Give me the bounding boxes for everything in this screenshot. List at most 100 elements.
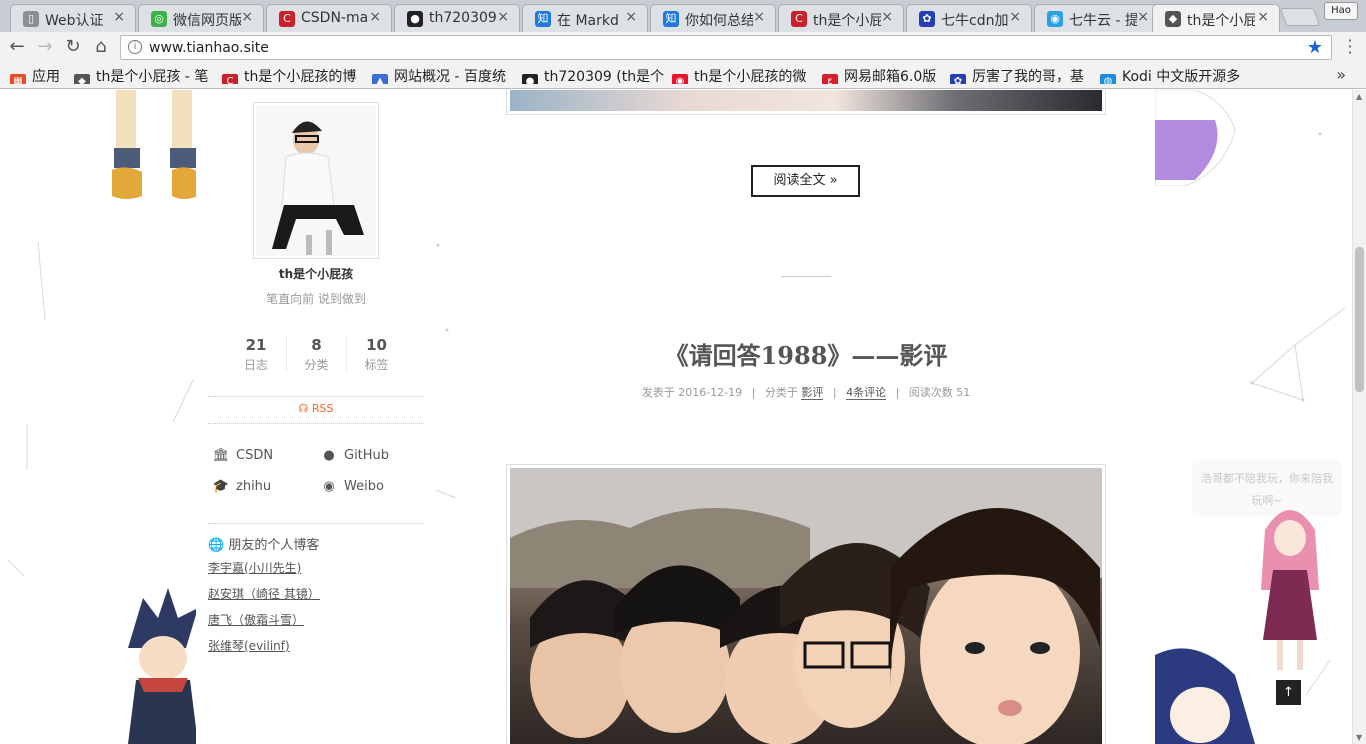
bookmark-favicon-icon: ◍ bbox=[1100, 74, 1116, 84]
meta-separator: | bbox=[895, 386, 900, 399]
forward-button[interactable]: → bbox=[34, 36, 56, 58]
scrollbar-thumb[interactable] bbox=[1355, 247, 1364, 392]
friend-link[interactable]: 唐飞（傲霜斗雪） bbox=[208, 611, 424, 628]
tab-favicon-icon: C bbox=[279, 11, 295, 27]
stat-tags[interactable]: 10 标签 bbox=[346, 336, 406, 373]
tab-close-icon[interactable]: × bbox=[1257, 9, 1269, 25]
category-prefix: 分类于 bbox=[764, 386, 798, 399]
browser-tab[interactable]: Cth是个小屁 × bbox=[778, 4, 904, 32]
tab-title: th是个小屁 bbox=[1187, 13, 1255, 29]
anime-character-illustration bbox=[112, 90, 198, 199]
scroll-down-arrow-icon[interactable]: ▼ bbox=[1356, 733, 1362, 742]
anime-character-illustration bbox=[1155, 648, 1255, 744]
tab-close-icon[interactable]: × bbox=[625, 9, 637, 25]
browser-tab[interactable]: ✿ 七牛cdn加 × bbox=[906, 4, 1032, 32]
tab-close-icon[interactable]: × bbox=[369, 9, 381, 25]
stat-label: 标签 bbox=[364, 358, 389, 372]
back-to-top-button[interactable]: ↑ bbox=[1276, 680, 1301, 705]
bookmark-label: 厉害了我的哥，基 bbox=[972, 69, 1084, 84]
social-link-csdn[interactable]: 🏛 CSDN bbox=[212, 448, 273, 463]
friend-link[interactable]: 李宇嘉(小川先生) bbox=[208, 559, 424, 576]
tab-close-icon[interactable]: × bbox=[753, 9, 765, 25]
bookmarks-overflow-button[interactable]: » bbox=[1336, 65, 1346, 84]
apps-shortcut[interactable]: ▦ 应用 bbox=[10, 66, 66, 84]
friend-links-title: 🌐 朋友的个人博客 bbox=[208, 534, 424, 553]
bookmark-item[interactable]: ε 网易邮箱6.0版 bbox=[822, 66, 940, 84]
browser-tab[interactable]: ◉ 七牛云 - 提 × bbox=[1034, 4, 1160, 32]
social-label: zhihu bbox=[236, 479, 272, 494]
tab-close-icon[interactable]: × bbox=[497, 9, 509, 25]
meta-separator: | bbox=[832, 386, 837, 399]
bookmarks-bar: » ▦ 应用 ◆ th是个小屁孩 - 笔 Cth是个小屁孩的博 ▲ 网站概况 - 百度统 ● t… bbox=[0, 62, 1366, 89]
tab-favicon-icon: C bbox=[791, 11, 807, 27]
bookmark-item[interactable]: ✿ 厉害了我的哥，基 bbox=[950, 66, 1092, 84]
page-scrollbar[interactable]: ▲ ▼ bbox=[1352, 90, 1366, 744]
browser-toolbar: ← → ↻ ⌂ i www.tianhao.site ★ · · · bbox=[0, 32, 1366, 62]
social-link-weibo[interactable]: ◉ Weibo bbox=[320, 479, 384, 494]
tab-title: 七牛cdn加 bbox=[941, 13, 1009, 29]
post-comments-link[interactable]: 4条评论 bbox=[846, 386, 887, 400]
tab-close-icon[interactable]: × bbox=[241, 9, 253, 25]
profile-button[interactable]: Hao bbox=[1324, 2, 1358, 20]
bookmark-star-icon[interactable]: ★ bbox=[1307, 37, 1323, 58]
tab-title: Web认证 bbox=[45, 13, 104, 29]
tab-strip: ▯ Web认证 × ◎ 微信网页版 × C CSDN-ma × ● th720309 × 知在 Mark… bbox=[0, 0, 1366, 32]
tab-title: 七牛云 - 提 bbox=[1069, 13, 1137, 29]
mascot-character[interactable] bbox=[1255, 500, 1325, 680]
browser-tab[interactable]: 知你如何总结 × bbox=[650, 4, 776, 32]
rss-icon: ☊ bbox=[298, 402, 309, 415]
weibo-icon: ◉ bbox=[323, 479, 335, 494]
post-meta: 发表于 2016-12-19 | 分类于 影评 | 4条评论 | 阅读次数 51 bbox=[506, 384, 1106, 400]
address-bar[interactable]: i www.tianhao.site ★ bbox=[120, 35, 1332, 60]
posted-prefix: 发表于 bbox=[641, 386, 675, 399]
bookmark-item[interactable]: ● th720309 (th是个 bbox=[522, 66, 664, 84]
friend-link[interactable]: 张维琴(evilinf) bbox=[208, 637, 424, 654]
tab-close-icon[interactable]: × bbox=[881, 9, 893, 25]
browser-tab[interactable]: 知在 Markd × bbox=[522, 4, 648, 32]
bookmark-item[interactable]: ◆ th是个小屁孩 - 笔 bbox=[74, 66, 214, 84]
url-text: www.tianhao.site bbox=[149, 40, 269, 56]
social-link-github[interactable]: ● GitHub bbox=[320, 448, 389, 463]
stat-posts[interactable]: 21 日志 bbox=[226, 336, 286, 373]
read-more-button[interactable]: 阅读全文 » bbox=[751, 165, 860, 197]
social-link-zhihu[interactable]: 🎓 zhihu bbox=[212, 479, 271, 494]
friend-link[interactable]: 赵安琪（崎径 其镜） bbox=[208, 585, 424, 602]
scroll-up-arrow-icon[interactable]: ▲ bbox=[1356, 92, 1362, 101]
globe-icon: 🌐 bbox=[208, 538, 225, 553]
reload-button[interactable]: ↻ bbox=[62, 36, 84, 58]
tab-close-icon[interactable]: × bbox=[1009, 9, 1021, 25]
browser-tab[interactable]: ◆ th是个小屁 × bbox=[1152, 4, 1280, 32]
author-avatar[interactable] bbox=[253, 102, 379, 259]
stat-label: 日志 bbox=[243, 358, 268, 372]
bookmark-item[interactable]: ◉ th是个小屁孩的微 bbox=[672, 66, 814, 84]
stat-categories[interactable]: 8 分类 bbox=[286, 336, 346, 373]
post-date: 2016-12-19 bbox=[678, 386, 743, 399]
tab-close-icon[interactable]: × bbox=[1137, 9, 1149, 25]
rss-link[interactable]: ☊ RSS bbox=[208, 396, 424, 424]
new-tab-button[interactable] bbox=[1279, 8, 1321, 26]
bookmark-item[interactable]: Cth是个小屁孩的博 bbox=[222, 66, 364, 84]
menu-icon[interactable]: · · · bbox=[1342, 33, 1358, 61]
bookmark-item[interactable]: ▲ 网站概况 - 百度统 bbox=[372, 66, 514, 84]
group-selfie-photo bbox=[510, 468, 1102, 744]
tab-favicon-icon: ◉ bbox=[1047, 11, 1063, 27]
tab-favicon-icon: ◆ bbox=[1165, 11, 1181, 27]
home-button[interactable]: ⌂ bbox=[90, 36, 112, 58]
post-category-link[interactable]: 影评 bbox=[801, 386, 824, 400]
back-button[interactable]: ← bbox=[6, 36, 28, 58]
browser-tab[interactable]: ● th720309 × bbox=[394, 4, 520, 32]
browser-tab[interactable]: ▯ Web认证 × bbox=[10, 4, 136, 32]
info-icon[interactable]: i bbox=[128, 40, 142, 54]
author-motto: 笔直向前 说到做到 bbox=[266, 292, 366, 306]
browser-tab[interactable]: C CSDN-ma × bbox=[266, 4, 392, 32]
tab-title: 微信网页版 bbox=[173, 13, 241, 29]
tab-close-icon[interactable]: × bbox=[113, 9, 125, 25]
post-cover-image[interactable] bbox=[506, 464, 1106, 744]
bookmark-item[interactable]: ◍ Kodi 中文版开源多 bbox=[1100, 66, 1242, 84]
site-stats: 21 日志 8 分类 10 标签 bbox=[226, 336, 406, 376]
browser-tab[interactable]: ◎ 微信网页版 × bbox=[138, 4, 264, 32]
post-title[interactable]: 《请回答1988》——影评 bbox=[506, 336, 1106, 371]
tab-title: th720309 bbox=[429, 10, 497, 26]
post-list: 阅读全文 » 《请回答1988》——影评 发表于 2016-12-19 | 分类… bbox=[506, 90, 1106, 744]
bookmark-favicon-icon: ▲ bbox=[372, 74, 388, 84]
